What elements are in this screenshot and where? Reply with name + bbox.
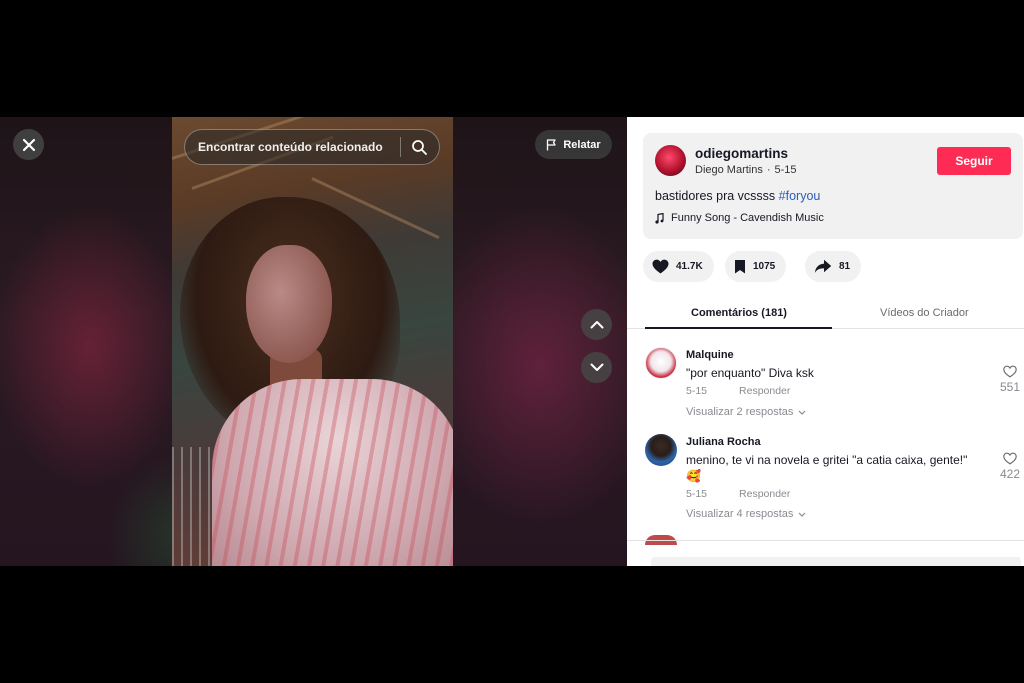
- comment-tabs: Comentários (181) Vídeos do Criador: [627, 299, 1024, 329]
- report-label: Relatar: [563, 138, 601, 151]
- comment-date: 5-15: [686, 488, 708, 500]
- music-note-icon: [655, 212, 664, 224]
- person-face: [246, 245, 332, 363]
- related-search-bar[interactable]: Encontrar conteúdo relacionado: [184, 129, 440, 165]
- report-button[interactable]: Relatar: [535, 130, 612, 159]
- hashtag-link[interactable]: #foryou: [779, 189, 821, 203]
- search-icon: [412, 140, 427, 155]
- follow-button[interactable]: Seguir: [937, 147, 1011, 175]
- previous-video-button[interactable]: [581, 309, 612, 340]
- search-button[interactable]: [411, 139, 439, 155]
- search-divider: [400, 137, 401, 157]
- active-tab-indicator: [645, 327, 832, 329]
- flag-icon: [547, 138, 556, 150]
- post-info-card: odiegomartins Diego Martins · 5-15 Segui…: [643, 133, 1023, 239]
- author-avatar[interactable]: [655, 145, 686, 176]
- details-panel: odiegomartins Diego Martins · 5-15 Segui…: [627, 117, 1024, 566]
- music-link[interactable]: Funny Song - Cavendish Music: [655, 212, 824, 224]
- comment-like-count: 422: [999, 467, 1021, 481]
- share-icon: [814, 259, 832, 273]
- comment-input-field[interactable]: [651, 557, 1021, 566]
- commenter-avatar[interactable]: [645, 434, 677, 466]
- chevron-down-icon: [590, 363, 603, 371]
- video-detail-view: Encontrar conteúdo relacionado Relatar o…: [0, 117, 1024, 566]
- author-display-name: Diego Martins: [695, 164, 763, 176]
- view-replies-button[interactable]: Visualizar 4 respostas: [686, 508, 806, 520]
- view-replies-label: Visualizar 4 respostas: [686, 508, 794, 520]
- heart-icon: [1003, 365, 1017, 378]
- share-count: 81: [839, 261, 851, 272]
- close-button[interactable]: [13, 129, 44, 160]
- comment-meta: 5-15 Responder: [686, 385, 790, 397]
- commenter-avatar[interactable]: [645, 347, 677, 379]
- search-input[interactable]: Encontrar conteúdo relacionado: [198, 140, 400, 154]
- reply-button[interactable]: Responder: [739, 488, 790, 500]
- chevron-down-icon: [798, 512, 806, 517]
- comment-like-count: 551: [999, 380, 1021, 394]
- commenter-name[interactable]: Juliana Rocha: [686, 436, 761, 448]
- tab-creator-videos[interactable]: Vídeos do Criador: [880, 307, 969, 319]
- next-video-button[interactable]: [581, 352, 612, 383]
- view-replies-label: Visualizar 2 respostas: [686, 406, 794, 418]
- commenter-name[interactable]: Malquine: [686, 349, 734, 361]
- like-count: 41.7K: [676, 261, 703, 272]
- heart-icon: [652, 259, 669, 274]
- save-button[interactable]: 1075: [725, 251, 787, 282]
- reply-button[interactable]: Responder: [739, 385, 790, 397]
- share-button[interactable]: 81: [805, 251, 862, 282]
- tab-comments[interactable]: Comentários (181): [691, 307, 787, 319]
- comment-text: menino, te vi na novela e gritei "a cati…: [686, 452, 986, 484]
- comment-text-body: menino, te vi na novela e gritei "a cati…: [686, 453, 968, 467]
- comment-text: "por enquanto" Diva ksk: [686, 366, 814, 380]
- music-title: Funny Song - Cavendish Music: [671, 212, 824, 224]
- post-caption: bastidores pra vcssss #foryou: [655, 189, 820, 203]
- comment-item: Malquine "por enquanto" Diva ksk 5-15 Re…: [645, 347, 1020, 427]
- comment-emoji: 🥰: [686, 469, 701, 483]
- comment-meta: 5-15 Responder: [686, 488, 790, 500]
- video-player-area: Encontrar conteúdo relacionado Relatar: [0, 117, 627, 566]
- comment-date: 5-15: [686, 385, 708, 397]
- bookmark-icon: [735, 260, 745, 274]
- caption-text: bastidores pra vcssss: [655, 189, 776, 203]
- comment-like-button[interactable]: 551: [998, 365, 1022, 394]
- comment-input-divider: [627, 540, 1024, 541]
- close-icon: [22, 138, 35, 151]
- save-count: 1075: [753, 261, 776, 272]
- view-replies-button[interactable]: Visualizar 2 respostas: [686, 406, 806, 418]
- author-subline: Diego Martins · 5-15: [695, 164, 797, 176]
- comment-like-button[interactable]: 422: [998, 452, 1022, 481]
- chevron-down-icon: [798, 410, 806, 415]
- video-frame[interactable]: [172, 117, 453, 566]
- like-button[interactable]: 41.7K: [643, 251, 714, 282]
- comment-item: Juliana Rocha menino, te vi na novela e …: [645, 434, 1020, 529]
- subline-separator: ·: [766, 164, 771, 176]
- post-date: 5-15: [774, 164, 797, 176]
- person-blouse: [212, 379, 453, 566]
- chevron-up-icon: [590, 321, 603, 329]
- heart-icon: [1003, 452, 1017, 465]
- author-username[interactable]: odiegomartins: [695, 146, 788, 161]
